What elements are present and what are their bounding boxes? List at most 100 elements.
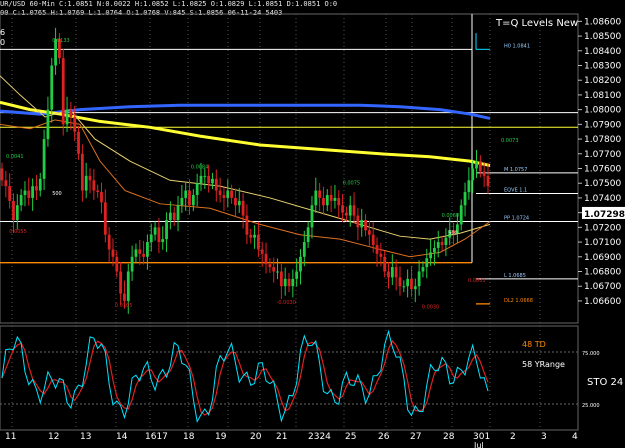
y-tick-label: 1.08400 [584, 47, 621, 57]
candle-body [249, 234, 253, 238]
annotation-label: -0.0030 [277, 300, 296, 306]
x-tick-label: 13 [80, 432, 91, 442]
indicator-tick-label: 25.000 [582, 403, 600, 409]
candle-body [218, 190, 222, 195]
candle-body [12, 200, 15, 220]
candle-body [406, 278, 410, 287]
candle-body [115, 256, 119, 272]
y-tick-label: 1.07600 [584, 165, 621, 175]
candle-body [413, 286, 417, 290]
candle-body [8, 186, 12, 201]
candle-body [310, 205, 314, 228]
candle-body [203, 175, 207, 177]
annotation-label: 0.0060 [442, 213, 460, 219]
candle-body [279, 271, 283, 287]
candle-body [268, 264, 272, 268]
candle-body [325, 194, 329, 206]
candle-body [421, 267, 425, 272]
candle-body [38, 178, 42, 191]
candle-body [195, 183, 199, 195]
candle-body [478, 161, 482, 172]
candle-body [15, 205, 19, 220]
annotation-label: 0.0055 [9, 229, 27, 235]
annotation-label: 500 [448, 231, 458, 237]
candle-body [295, 271, 299, 279]
x-tick-label: 28 [443, 432, 455, 442]
candle-body [188, 190, 191, 206]
candle-body [4, 180, 8, 187]
candle-body [161, 239, 165, 243]
annotation-label: 0.0075 [343, 181, 361, 187]
level-label-dl: DL2 1.0668 [504, 298, 533, 304]
candle-body [264, 253, 268, 265]
candle-body [142, 253, 145, 257]
y-tick-label: 1.07700 [584, 150, 621, 160]
candle-body [371, 234, 375, 246]
indicator-yrange-label: 58 YRange [522, 360, 565, 369]
candle-body [348, 205, 352, 216]
annotation-label: 0.0105 [115, 303, 132, 309]
candle-body [207, 175, 211, 184]
candle-body [444, 237, 448, 246]
price-chart[interactable]: 1.08600 1.08500 1.08400 1.08300 1.08200 1.081… [0, 0, 625, 448]
candle-body [329, 194, 333, 201]
level-label-h: H0 1.0841 [504, 43, 530, 49]
y-tick-label: 1.07200 [584, 223, 621, 233]
last-price-label: 1.07298 [584, 210, 625, 220]
x-tick-label: 1617 [145, 432, 168, 442]
candle-body [337, 197, 341, 206]
x-month-label: Jul [473, 441, 484, 448]
x-tick-label: 27 [410, 432, 421, 442]
candle-body [256, 234, 260, 250]
candle-body [119, 271, 123, 294]
x-tick-label: 14 [116, 432, 128, 442]
candle-body [65, 109, 69, 125]
candle-body [77, 131, 80, 154]
annotation-label: 500 [52, 191, 62, 197]
x-tick-label: 21 [276, 432, 287, 442]
x-tick-label: 3 [541, 432, 547, 442]
level-label-pp: PP 1.0724 [504, 215, 529, 221]
candle-body [111, 249, 115, 257]
candle-body [153, 227, 157, 235]
candle-body [226, 190, 230, 198]
candle-body [130, 256, 134, 272]
candle-body [126, 271, 130, 301]
candle-body [283, 278, 287, 287]
annotation-label: 0.0073 [501, 138, 519, 144]
y-tick-label: 1.07500 [584, 179, 621, 189]
candle-body [184, 190, 188, 198]
y-tick-label: 1.07800 [584, 135, 621, 145]
candle-body [379, 253, 383, 257]
candle-body [425, 258, 429, 268]
chart-window: UR/USD 60-Min C:1.0851 N:0.0022 H:1.0852… [0, 0, 625, 448]
candle-body [172, 212, 176, 220]
candle-body [73, 117, 77, 132]
candle-body [299, 256, 302, 272]
candle-body [46, 109, 50, 140]
x-tick-label: 26 [378, 432, 390, 442]
candle-body [322, 197, 325, 206]
candle-body [367, 230, 371, 235]
candle-body [138, 249, 142, 254]
candle-body [272, 267, 276, 272]
candle-body [467, 180, 471, 193]
candle-body [92, 180, 96, 191]
candle-body [180, 197, 184, 206]
y-tick-label: 1.06900 [584, 253, 621, 263]
candle-body [482, 171, 486, 176]
y-tick-label: 1.07100 [584, 238, 621, 248]
y-tick-label: 1.06800 [584, 268, 621, 278]
candle-body [230, 190, 234, 198]
candle-body [80, 153, 84, 191]
candle-body [402, 286, 406, 288]
annotation-label: 0.0030 [422, 304, 440, 310]
candle-body [433, 247, 436, 253]
candle-body [237, 200, 241, 206]
candle-body [27, 190, 31, 198]
candle-body [253, 234, 256, 238]
candle-body [475, 161, 478, 169]
candle-body [0, 168, 4, 181]
x-tick-label: 20 [250, 432, 262, 442]
candle-body [360, 220, 364, 228]
